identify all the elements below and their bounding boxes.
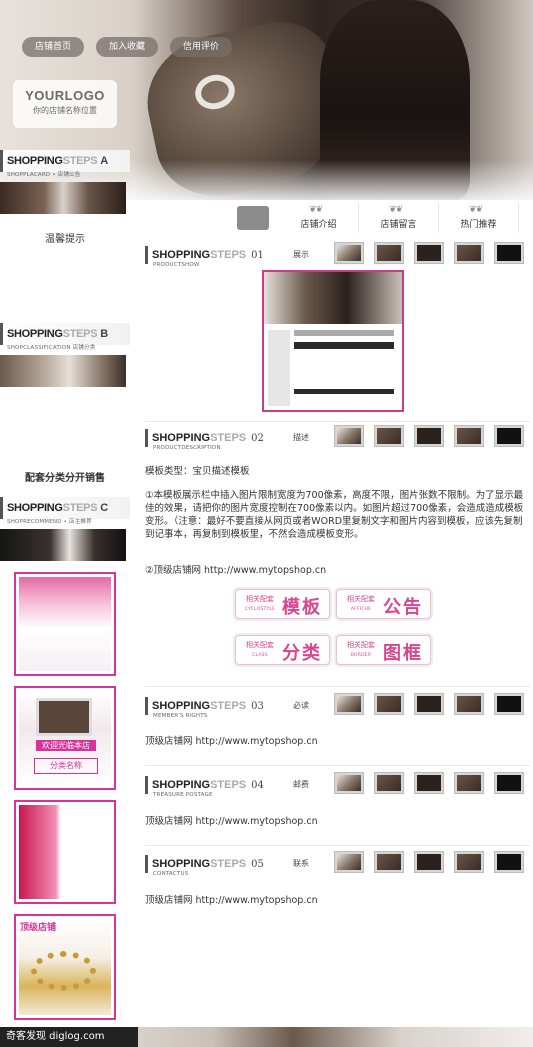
sidebar-box-a: SHOPPING STEPS A SHOPPLACARD • 店铺公告 [0, 150, 130, 214]
thumb-tag: 顶级店铺 [20, 923, 57, 933]
color-swatch[interactable] [495, 773, 523, 793]
color-swatch[interactable] [495, 426, 523, 446]
sidebar-box-b-title: SHOPPING STEPS B [0, 323, 130, 345]
top-nav: 店铺首页 加入收藏 信用评价 [22, 37, 232, 57]
color-swatch[interactable] [375, 694, 403, 714]
color-swatch[interactable] [375, 426, 403, 446]
color-swatch[interactable] [375, 773, 403, 793]
related-template-button[interactable]: 相关配套 CYCLOSTYLE 模板 [235, 589, 330, 619]
color-swatch[interactable] [415, 694, 443, 714]
color-swatch[interactable] [335, 426, 363, 446]
color-swatch[interactable] [495, 243, 523, 263]
template-thumb-1[interactable] [14, 572, 116, 676]
color-swatch[interactable] [375, 852, 403, 872]
color-swatch[interactable] [415, 426, 443, 446]
color-swatch[interactable] [335, 852, 363, 872]
thumb-caption: 欢迎光临本店 [36, 740, 96, 751]
sidebar-banner-b [0, 355, 126, 387]
nav-add-favorite-button[interactable]: 加入收藏 [96, 37, 158, 57]
template-thumb-4[interactable]: 顶级店铺 [14, 914, 116, 1020]
sidebar-box-a-title: SHOPPING STEPS A [0, 150, 130, 172]
logo[interactable]: YOURLOGO 你的店铺名称位置 [13, 80, 117, 128]
color-swatch[interactable] [495, 852, 523, 872]
product-preview[interactable] [262, 270, 404, 412]
sidebar-box-b: SHOPPING STEPS B SHOPCLASSIFICATION 店铺分类 [0, 323, 130, 387]
jewel-image [36, 698, 92, 736]
color-swatch[interactable] [335, 243, 363, 263]
sidebar-banner-c [0, 529, 126, 561]
template-thumb-2[interactable]: 欢迎光临本店 分类名称 [14, 686, 116, 790]
color-swatch[interactable] [495, 694, 523, 714]
sidebar-box-a-subtitle: SHOPPLACARD • 店铺公告 [7, 172, 81, 178]
tab-shop-message[interactable]: ❦❦ 店铺留言 [359, 203, 439, 233]
sidebar-box-c: SHOPPING STEPS C SHOPRECOMMEND • 店主推荐 [0, 497, 130, 561]
description-paragraph: ①本模板展示栏中插入图片限制宽度为700像素，高度不限，图片张数不限制。为了显示… [145, 490, 524, 540]
related-notice-button[interactable]: 相关配套 AFFICHE 公告 [336, 589, 431, 619]
notice-text: 温馨提示 [45, 234, 85, 245]
description-type: 模板类型：宝贝描述模板 [145, 466, 250, 477]
color-swatch[interactable] [455, 243, 483, 263]
color-swatch[interactable] [375, 243, 403, 263]
section-03-header: SHOPPING STEPS 03 MEMBER'S RIGHTS 必读 [145, 693, 530, 727]
color-swatch[interactable] [415, 243, 443, 263]
related-border-button[interactable]: 相关配套 BORDER 图框 [336, 635, 431, 665]
sidebar-box-c-subtitle: SHOPRECOMMEND • 店主推荐 [7, 519, 92, 525]
color-swatch[interactable] [455, 694, 483, 714]
watermark: 奇客发现 diglog.com [0, 1027, 138, 1047]
site-line-05: 顶级店铺网 http://www.mytopshop.cn [145, 895, 318, 906]
tab-bar: ❦❦ 店铺介绍 ❦❦ 店铺留言 ❦❦ 热门推荐 [237, 203, 519, 233]
description-link-line: ②顶级店铺网 http://www.mytopshop.cn [145, 565, 327, 576]
section-04-header: SHOPPING STEPS 04 TREASURE POSTAGE 邮费 [145, 772, 530, 806]
ornament-icon: ❦❦ [389, 205, 403, 215]
sidebar-box-b-subtitle: SHOPCLASSIFICATION 店铺分类 [7, 345, 96, 351]
related-category-button[interactable]: 相关配套 CLASS 分类 [235, 635, 330, 665]
color-swatch[interactable] [455, 426, 483, 446]
nav-credit-rating-button[interactable]: 信用评价 [170, 37, 232, 57]
sale-text: 配套分类分开销售 [25, 473, 105, 484]
thumb-caption-category: 分类名称 [34, 758, 98, 774]
site-line-04: 顶级店铺网 http://www.mytopshop.cn [145, 816, 318, 827]
template-thumb-3[interactable] [14, 800, 116, 904]
site-line-03: 顶级店铺网 http://www.mytopshop.cn [145, 736, 318, 747]
sidebar-box-c-title: SHOPPING STEPS C [0, 497, 130, 519]
color-swatch[interactable] [415, 852, 443, 872]
tab-active-marker [237, 206, 269, 230]
color-swatch[interactable] [335, 773, 363, 793]
color-swatch[interactable] [335, 694, 363, 714]
ornament-icon: ❦❦ [469, 205, 483, 215]
color-swatch[interactable] [455, 773, 483, 793]
ornament-icon: ❦❦ [309, 205, 323, 215]
color-swatch[interactable] [455, 852, 483, 872]
color-swatch[interactable] [415, 773, 443, 793]
chain-image [31, 951, 96, 991]
tab-shop-intro[interactable]: ❦❦ 店铺介绍 [279, 203, 359, 233]
logo-title: YOURLOGO [25, 88, 105, 103]
section-02-header: SHOPPING STEPS 02 PRODUCTDESCRIPTION 描述 [145, 425, 530, 459]
tab-hot-recommend[interactable]: ❦❦ 热门推荐 [439, 203, 519, 233]
section-05-header: SHOPPING STEPS 05 CONTACTUS 联系 [145, 851, 530, 885]
nav-shop-home-button[interactable]: 店铺首页 [22, 37, 84, 57]
logo-subtitle: 你的店铺名称位置 [33, 106, 97, 115]
sidebar-banner-a [0, 182, 126, 214]
